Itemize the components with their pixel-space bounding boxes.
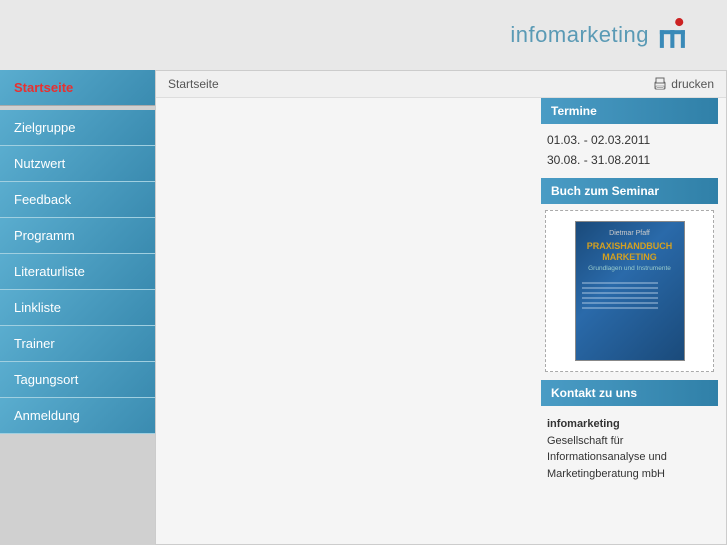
sidebar-label-trainer: Trainer xyxy=(14,336,55,351)
content-right: Termine 01.03. - 02.03.2011 30.08. - 31.… xyxy=(541,98,726,544)
main-container: Startseite Zielgruppe Nutzwert Feedback … xyxy=(0,70,727,545)
kontakt-line1: Gesellschaft für xyxy=(547,435,623,447)
logo-text: infomarketing xyxy=(510,22,649,48)
sidebar-label-programm: Programm xyxy=(14,228,75,243)
sidebar-item-trainer[interactable]: Trainer xyxy=(0,326,155,362)
sidebar-item-literaturliste[interactable]: Literaturliste xyxy=(0,254,155,290)
sidebar-label-feedback: Feedback xyxy=(14,192,71,207)
logo-icon xyxy=(655,16,697,54)
sidebar-item-feedback[interactable]: Feedback xyxy=(0,182,155,218)
book-lines xyxy=(582,282,678,309)
book-subtitle: Grundlagen und Instrumente xyxy=(582,265,678,272)
book-cover-inner: Dietmar Pfaff PRAXISHANDBUCH MARKETING G… xyxy=(576,222,684,320)
kontakt-line2: Informationsanalyse und xyxy=(547,451,667,463)
sidebar-label-zielgruppe: Zielgruppe xyxy=(14,120,75,135)
print-label: drucken xyxy=(671,77,714,91)
header: infomarketing xyxy=(0,0,727,70)
breadcrumb-bar: Startseite drucken xyxy=(156,71,726,98)
book-line-2 xyxy=(582,287,659,289)
content-body: Termine 01.03. - 02.03.2011 30.08. - 31.… xyxy=(156,98,726,544)
book-cover: Dietmar Pfaff PRAXISHANDBUCH MARKETING G… xyxy=(575,221,685,361)
book-line-5 xyxy=(582,302,659,304)
sidebar-item-nutzwert[interactable]: Nutzwert xyxy=(0,146,155,182)
content-main xyxy=(156,98,541,544)
content-area: Startseite drucken Termine 01.03. xyxy=(155,70,727,545)
kontakt-line3: Marketingberatung mbH xyxy=(547,468,665,480)
book-line-6 xyxy=(582,307,659,309)
sidebar-label-anmeldung: Anmeldung xyxy=(14,408,80,423)
sidebar-label-nutzwert: Nutzwert xyxy=(14,156,65,171)
sidebar-item-programm[interactable]: Programm xyxy=(0,218,155,254)
buch-header: Buch zum Seminar xyxy=(541,178,718,204)
sidebar-item-anmeldung[interactable]: Anmeldung xyxy=(0,398,155,434)
sidebar-item-startseite[interactable]: Startseite xyxy=(0,70,155,106)
breadcrumb-text: Startseite xyxy=(168,77,219,91)
termine-item-1: 01.03. - 02.03.2011 xyxy=(541,130,718,150)
kontakt-name: infomarketing xyxy=(547,418,620,430)
sidebar-label-tagungsort: Tagungsort xyxy=(14,372,78,387)
book-line-4 xyxy=(582,297,659,299)
logo-area: infomarketing xyxy=(510,16,697,54)
printer-icon xyxy=(653,77,667,91)
kontakt-header: Kontakt zu uns xyxy=(541,380,718,406)
termine-item-2: 30.08. - 31.08.2011 xyxy=(541,150,718,170)
sidebar-label-linkliste: Linkliste xyxy=(14,300,61,315)
book-line-1 xyxy=(582,282,659,284)
book-title: PRAXISHANDBUCH MARKETING xyxy=(582,241,678,263)
sidebar-item-linkliste[interactable]: Linkliste xyxy=(0,290,155,326)
print-button[interactable]: drucken xyxy=(653,77,714,91)
kontakt-text: infomarketing Gesellschaft für Informati… xyxy=(541,412,718,486)
sidebar-label-literaturliste: Literaturliste xyxy=(14,264,85,279)
sidebar-active-label: Startseite xyxy=(14,80,73,95)
book-line-3 xyxy=(582,292,659,294)
sidebar-item-tagungsort[interactable]: Tagungsort xyxy=(0,362,155,398)
termine-header: Termine xyxy=(541,98,718,124)
book-author: Dietmar Pfaff xyxy=(582,230,678,237)
book-wrapper: Dietmar Pfaff PRAXISHANDBUCH MARKETING G… xyxy=(545,210,714,372)
sidebar-item-zielgruppe[interactable]: Zielgruppe xyxy=(0,110,155,146)
sidebar: Startseite Zielgruppe Nutzwert Feedback … xyxy=(0,70,155,545)
